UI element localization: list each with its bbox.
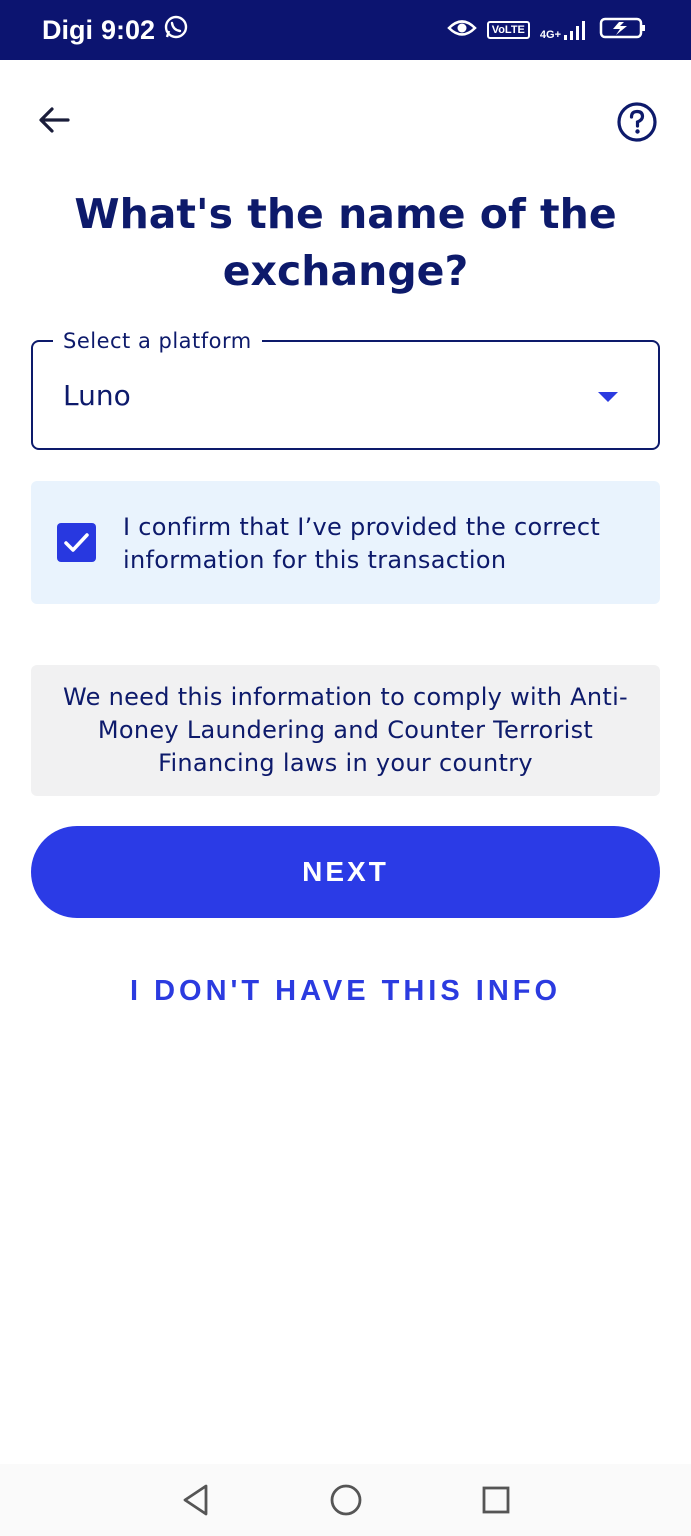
signal-icon: 4G+ — [540, 19, 589, 41]
info-text: We need this information to comply with … — [62, 683, 629, 777]
select-value: Luno — [63, 379, 131, 412]
confirm-text: I confirm that I’ve provided the correct… — [123, 513, 601, 574]
page-title: What's the name of the exchange? — [74, 190, 617, 295]
status-bar: Digi 9:02 VoLTE 4G+ — [0, 0, 691, 60]
info-notice: We need this information to comply with … — [31, 665, 660, 796]
network-type: 4G+ — [539, 29, 561, 41]
battery-charging-icon — [599, 16, 647, 44]
nav-back-button[interactable] — [176, 1480, 216, 1520]
back-button[interactable] — [34, 100, 74, 140]
select-label: Select a platform — [53, 327, 262, 355]
caret-down-icon — [598, 392, 618, 402]
carrier-name: Digi — [42, 14, 93, 45]
triangle-back-icon — [183, 1484, 207, 1516]
next-button[interactable]: NEXT — [31, 826, 660, 918]
square-recents-icon — [482, 1486, 509, 1514]
volte-badge: VoLTE — [486, 21, 530, 39]
whatsapp-icon — [163, 14, 189, 47]
circle-home-icon — [330, 1484, 361, 1516]
status-right: VoLTE 4G+ — [446, 16, 647, 44]
platform-select[interactable]: Select a platform Luno — [31, 327, 660, 450]
system-nav-bar — [0, 1464, 691, 1536]
nav-home-button[interactable] — [326, 1480, 366, 1520]
nav-recents-button[interactable] — [476, 1480, 516, 1520]
clock: 9:02 — [101, 14, 156, 45]
confirm-panel: I confirm that I’ve provided the correct… — [31, 481, 660, 604]
help-button[interactable] — [616, 101, 658, 143]
help-circle-icon — [617, 102, 657, 142]
checkmark-icon — [64, 533, 89, 552]
status-left: Digi 9:02 — [42, 14, 189, 47]
confirm-checkbox[interactable] — [57, 523, 96, 562]
eye-icon — [446, 17, 477, 43]
no-info-link[interactable]: I DON'T HAVE THIS INFO — [31, 975, 660, 1008]
arrow-left-icon — [39, 107, 70, 133]
